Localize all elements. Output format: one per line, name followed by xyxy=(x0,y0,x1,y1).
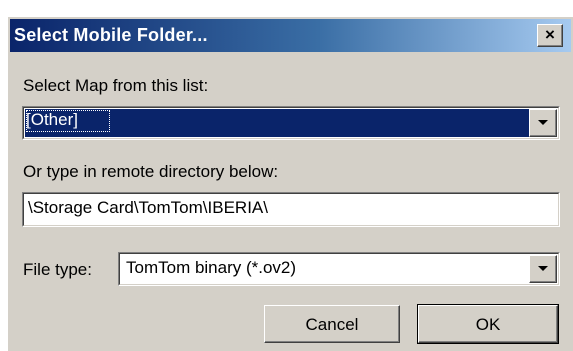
chevron-down-icon xyxy=(538,266,548,271)
map-select-dropdown-button[interactable] xyxy=(529,109,557,137)
file-type-dropdown[interactable]: TomTom binary (*.ov2) xyxy=(118,252,560,286)
close-icon: × xyxy=(545,25,555,44)
title-bar[interactable]: Select Mobile Folder... × xyxy=(10,19,571,52)
dialog-title: Select Mobile Folder... xyxy=(14,25,208,45)
map-list-label: Select Map from this list: xyxy=(23,76,209,95)
file-type-label: File type: xyxy=(23,260,92,279)
ok-button-label: OK xyxy=(475,315,501,334)
file-type-dropdown-button[interactable] xyxy=(529,255,557,283)
map-select-value: [Other] xyxy=(26,110,78,129)
remote-directory-input[interactable]: \Storage Card\TomTom\IBERIA\ xyxy=(22,192,560,227)
cancel-button-label: Cancel xyxy=(305,315,359,334)
chevron-down-icon xyxy=(538,120,548,125)
remote-dir-label: Or type in remote directory below: xyxy=(23,162,279,181)
ok-button[interactable]: OK xyxy=(417,304,559,344)
remote-directory-value: \Storage Card\TomTom\IBERIA\ xyxy=(28,198,268,217)
map-select-dropdown[interactable]: [Other] xyxy=(22,106,560,140)
select-mobile-folder-dialog: Select Mobile Folder... × Select Map fro… xyxy=(6,15,573,351)
cancel-button[interactable]: Cancel xyxy=(264,305,400,343)
close-button[interactable]: × xyxy=(537,24,563,47)
file-type-value: TomTom binary (*.ov2) xyxy=(126,258,297,277)
